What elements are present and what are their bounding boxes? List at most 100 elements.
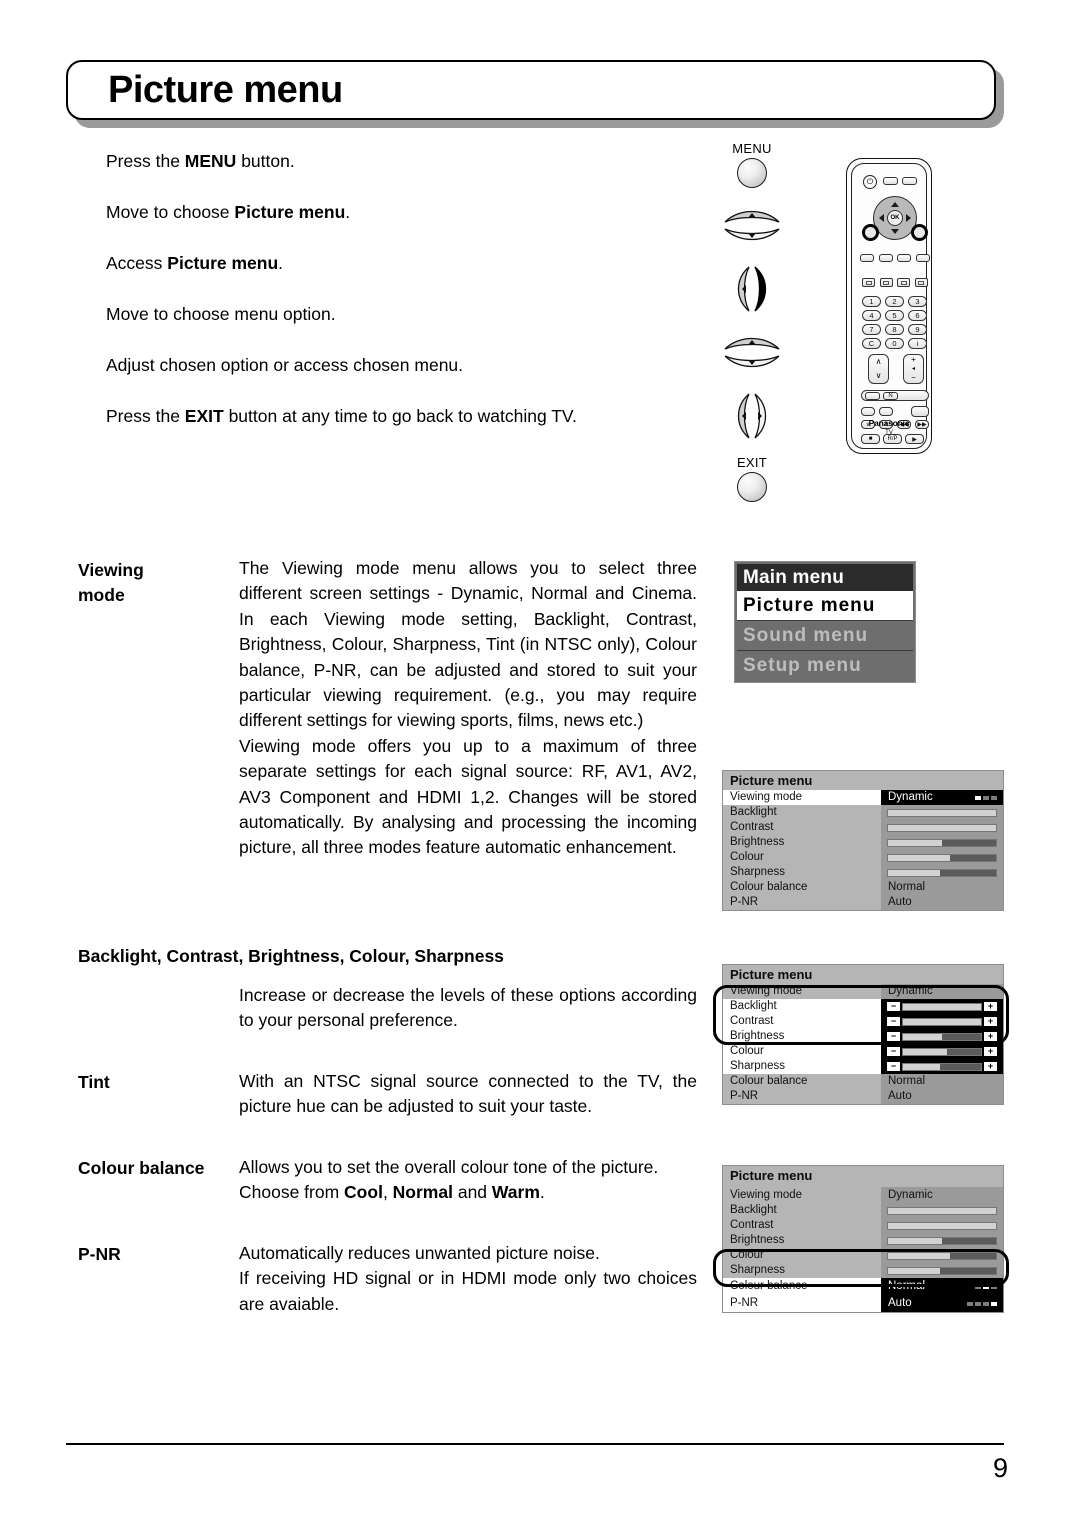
key-9[interactable]: 9 (908, 324, 927, 335)
ok-button[interactable]: OK (887, 210, 903, 226)
soft-key-3[interactable] (897, 254, 912, 262)
left-right-row-1[interactable] (716, 265, 788, 313)
osd-row-value-viewing-mode[interactable]: Dynamic (881, 790, 1003, 805)
osd-row-label-contrast: Contrast (723, 820, 881, 835)
osd-row-value-backlight[interactable]: − + (881, 999, 1003, 1014)
timer-button[interactable] (861, 407, 875, 416)
increase-icon[interactable]: + (984, 1017, 997, 1026)
power-button[interactable]: ⏻ (863, 175, 877, 189)
channel-rocker[interactable]: ∧ ∨ (868, 354, 889, 384)
reveal-button[interactable] (914, 278, 928, 287)
osd-row-value-pnr[interactable]: Auto (881, 1089, 1003, 1104)
exit-button-icon[interactable] (737, 472, 767, 502)
osd-row-value-backlight[interactable] (881, 1203, 1003, 1218)
soft-key-1[interactable] (860, 254, 874, 262)
decrease-icon[interactable]: − (887, 1017, 900, 1026)
instruction-text-strong: Picture menu (234, 202, 346, 222)
av-button[interactable] (902, 177, 917, 185)
key-4[interactable]: 4 (862, 310, 881, 321)
osd-row-value-colour[interactable]: − + (881, 1044, 1003, 1059)
osd-row-value-brightness[interactable] (881, 1233, 1003, 1248)
decrease-icon[interactable]: − (887, 1002, 900, 1011)
backlight-bar (902, 1002, 982, 1011)
decrease-icon[interactable]: − (887, 1062, 900, 1071)
osd-row-value-colour[interactable] (881, 1248, 1003, 1263)
key-8[interactable]: 8 (885, 324, 904, 335)
osd-row-value-viewing-mode[interactable]: Dynamic (881, 1187, 1003, 1203)
down-key-1[interactable] (716, 226, 788, 245)
paragraph: Allows you to set the overall colour ton… (239, 1157, 659, 1177)
dot (991, 795, 997, 800)
osd-row-value-sharpness[interactable] (881, 1263, 1003, 1278)
key-1[interactable]: 1 (862, 296, 881, 307)
osd-row-value-brightness[interactable]: − + (881, 1029, 1003, 1044)
normal-button[interactable]: N (883, 391, 898, 400)
key-6[interactable]: 6 (908, 310, 927, 321)
picture-button[interactable] (879, 407, 893, 416)
down-key-2[interactable] (716, 353, 788, 372)
arrow-down-icon (723, 353, 781, 372)
bar-track (887, 1236, 997, 1245)
increase-icon[interactable]: + (984, 1047, 997, 1056)
hold-button[interactable] (897, 278, 911, 287)
up-key-2[interactable] (716, 333, 788, 352)
main-menu-item-setup-menu[interactable]: Setup menu (737, 650, 913, 680)
key-5[interactable]: 5 (885, 310, 904, 321)
osd-row-value-colour-balance[interactable]: Normal (881, 1074, 1003, 1089)
main-menu-item-sound-menu[interactable]: Sound menu (737, 620, 913, 650)
osd-row-value-backlight[interactable] (881, 805, 1003, 820)
left-right-row-2[interactable] (716, 392, 788, 440)
key-3[interactable]: 3 (908, 296, 927, 307)
up-key-1[interactable] (716, 206, 788, 225)
increase-icon[interactable]: + (984, 1002, 997, 1011)
sd-card-button[interactable] (911, 406, 929, 417)
main-menu-item-picture-menu[interactable]: Picture menu (737, 591, 913, 620)
osd-row-value-viewing-mode[interactable]: Dynamic (881, 984, 1003, 999)
right-round-button[interactable] (911, 224, 928, 241)
key-cancel[interactable]: C (862, 338, 881, 349)
volume-rocker[interactable]: + ◂ − (903, 354, 924, 384)
up-down-keys-2 (716, 333, 788, 372)
aspect-button[interactable] (865, 391, 880, 400)
bar-track (887, 868, 997, 877)
menu-button-icon[interactable] (737, 158, 767, 188)
osd-rows: Viewing mode Dynamic Backlight − + Contr… (723, 984, 1003, 1104)
osd-row-value-colour-balance[interactable]: Normal (881, 880, 1003, 895)
section-body-levels: Increase or decrease the levels of these… (239, 983, 697, 1034)
key-0[interactable]: 0 (885, 338, 904, 349)
bar-track (887, 1221, 997, 1230)
osd-row-value-contrast[interactable] (881, 820, 1003, 835)
osd-title: Picture menu (723, 965, 1003, 984)
index-button[interactable] (879, 278, 893, 287)
text-button[interactable] (862, 278, 875, 287)
decrease-icon[interactable]: − (887, 1032, 900, 1041)
osd-row-value-colour-balance[interactable]: Normal (881, 1278, 1003, 1295)
instruction-text-pre: Access (106, 253, 168, 273)
misc-button-row (861, 406, 929, 417)
decrease-icon[interactable]: − (887, 1047, 900, 1056)
key-2[interactable]: 2 (885, 296, 904, 307)
osd-row-value-pnr[interactable]: Auto (881, 895, 1003, 910)
osd-row-value-contrast[interactable] (881, 1218, 1003, 1233)
osd-row-value-sharpness[interactable]: − + (881, 1059, 1003, 1074)
osd-row-value-sharpness[interactable] (881, 865, 1003, 880)
osd-row-label-pnr: P-NR (723, 895, 881, 910)
osd-row-value-contrast[interactable]: − + (881, 1014, 1003, 1029)
increase-icon[interactable]: + (984, 1062, 997, 1071)
soft-key-4[interactable] (915, 254, 930, 262)
osd-row-value-colour[interactable] (881, 850, 1003, 865)
bar-track (887, 823, 997, 832)
osd-row-value-pnr[interactable]: Auto (881, 1295, 1003, 1312)
wide-mode-bar: N (861, 390, 929, 401)
soft-key-2[interactable] (878, 254, 893, 262)
key-info[interactable]: i (908, 338, 927, 349)
left-round-button[interactable] (862, 224, 879, 241)
increase-icon[interactable]: + (984, 1032, 997, 1041)
colour-balance-value: Normal (888, 1280, 926, 1292)
osd-row-value-brightness[interactable] (881, 835, 1003, 850)
osd-row-label-viewing-mode: Viewing mode (723, 984, 881, 999)
mute-button[interactable] (883, 177, 898, 185)
key-7[interactable]: 7 (862, 324, 881, 335)
sep-1: , (382, 1182, 393, 1203)
osd-row-label-viewing-mode: Viewing mode (723, 790, 881, 805)
